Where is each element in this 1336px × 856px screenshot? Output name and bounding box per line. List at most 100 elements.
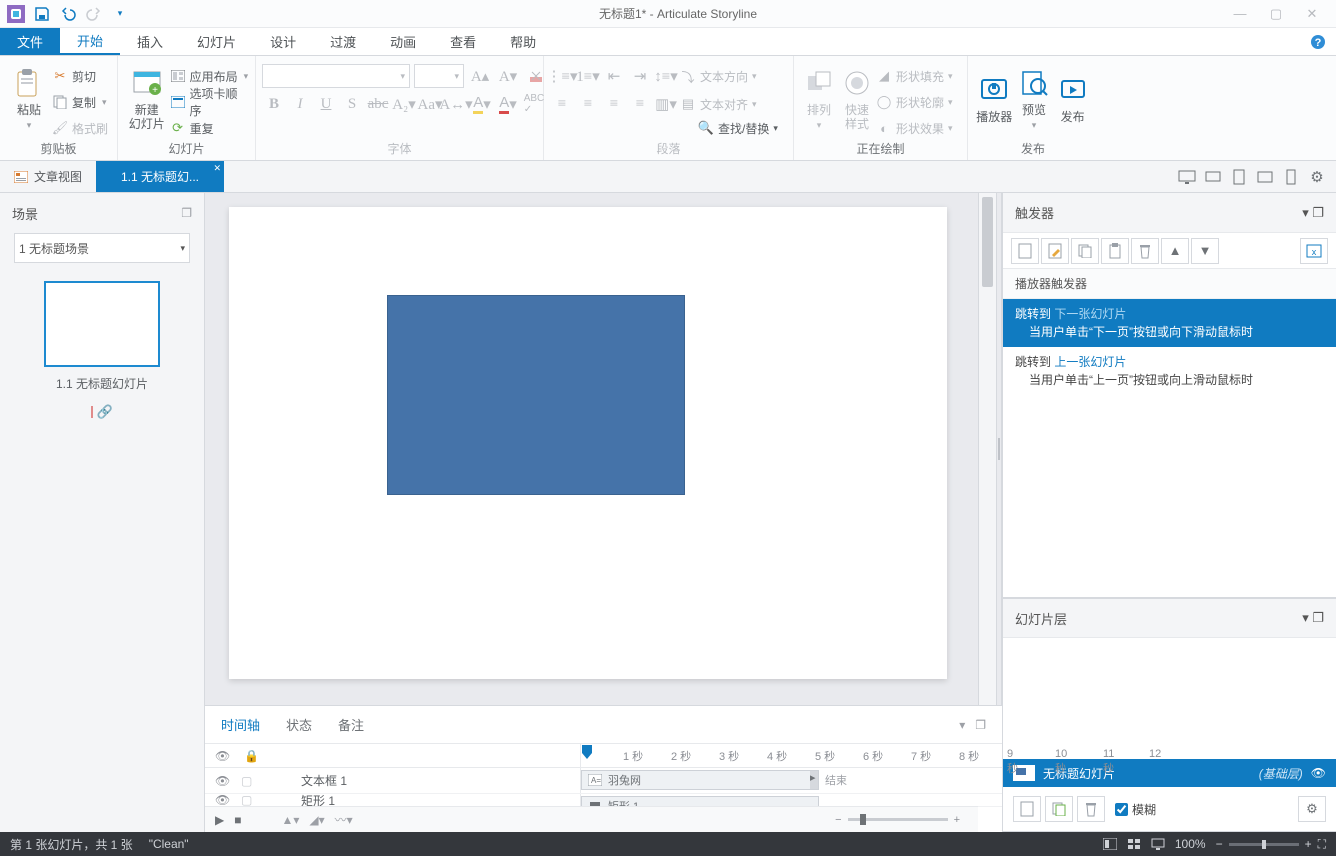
text-direction-button[interactable]: ⤵文本方向▾: [680, 64, 774, 88]
keyframe-tool-icon[interactable]: ▲▾: [281, 813, 299, 827]
device-laptop-icon[interactable]: [1202, 166, 1224, 188]
help-icon[interactable]: ?: [1310, 28, 1326, 55]
align-left-button[interactable]: ≡: [550, 92, 574, 116]
tl-zoom-slider[interactable]: [848, 818, 948, 821]
trigger-edit-button[interactable]: [1041, 238, 1069, 264]
lock-header-icon[interactable]: 🔒: [244, 749, 259, 763]
timeline-restore-icon[interactable]: ❐: [975, 718, 986, 732]
font-size-combo[interactable]: ▾: [414, 64, 464, 88]
font-color-button[interactable]: A▾: [496, 92, 520, 116]
device-phone-icon[interactable]: [1280, 166, 1302, 188]
underline-button[interactable]: U: [314, 92, 338, 116]
layer-dup-button[interactable]: [1045, 796, 1073, 822]
highlight-button[interactable]: A▾: [470, 92, 494, 116]
playhead-icon[interactable]: [581, 744, 593, 766]
qat-undo-icon[interactable]: [56, 2, 80, 26]
numbering-button[interactable]: 1≡▾: [576, 64, 600, 88]
triggers-menu-icon[interactable]: ▾: [1302, 205, 1309, 220]
view-normal-icon[interactable]: [1103, 838, 1117, 850]
maximize-icon[interactable]: ▢: [1260, 6, 1292, 22]
timeline-ruler[interactable]: 1 秒 2 秒 3 秒 4 秒 5 秒 6 秒 7 秒 8 秒 9 秒 10 秒…: [581, 744, 1002, 767]
decrease-font-button[interactable]: A▾: [496, 64, 520, 88]
qat-redo-icon[interactable]: [82, 2, 106, 26]
vertical-scrollbar[interactable]: [978, 193, 996, 705]
qat-save-icon[interactable]: [30, 2, 54, 26]
zoom-fit-icon[interactable]: ⛶: [1318, 837, 1326, 852]
device-tablet-landscape-icon[interactable]: [1254, 166, 1276, 188]
trigger-down-button[interactable]: ▼: [1191, 238, 1219, 264]
layer-visible-icon[interactable]: 👁: [1311, 766, 1326, 780]
new-slide-button[interactable]: + 新建 幻灯片: [124, 60, 170, 138]
layers-menu-icon[interactable]: ▾: [1302, 610, 1309, 625]
indent-button[interactable]: ⇥: [628, 64, 652, 88]
eye-icon[interactable]: 👁: [215, 774, 231, 788]
zoom-in-icon[interactable]: +: [1305, 837, 1312, 851]
tab-view[interactable]: 查看: [433, 28, 493, 55]
char-spacing-button[interactable]: A↔▾: [444, 92, 468, 116]
cut-button[interactable]: ✂剪切: [52, 64, 108, 88]
layer-settings-button[interactable]: ⚙: [1298, 796, 1326, 822]
shadow-button[interactable]: S: [340, 92, 364, 116]
tab-file[interactable]: 文件: [0, 28, 60, 55]
trigger-vars-button[interactable]: x: [1300, 238, 1328, 264]
keyframe-tool2-icon[interactable]: ◢▾: [309, 813, 324, 827]
panel-restore-icon[interactable]: ❐: [181, 206, 192, 220]
italic-button[interactable]: I: [288, 92, 312, 116]
doc-tab-slide[interactable]: 1.1 无标题幻...✕: [96, 161, 224, 192]
layers-restore-icon[interactable]: ❐: [1312, 610, 1324, 625]
tab-order-button[interactable]: 选项卡顺序: [170, 90, 249, 114]
shape-outline-button[interactable]: ◯形状轮廓▾: [876, 90, 953, 114]
bullets-button[interactable]: ⋮≡▾: [550, 64, 574, 88]
trigger-item[interactable]: 跳转到 下一张幻灯片 当用户单击“下一页”按钮或向下滑动鼠标时: [1003, 299, 1336, 347]
triggers-restore-icon[interactable]: ❐: [1312, 205, 1324, 220]
shape-effects-button[interactable]: ◐形状效果▾: [876, 116, 953, 140]
doc-tab-article[interactable]: 文章视图: [0, 161, 96, 192]
trigger-new-button[interactable]: [1011, 238, 1039, 264]
shape-fill-button[interactable]: ◢形状填充▾: [876, 64, 953, 88]
tl-zoom-in-icon[interactable]: +: [954, 814, 960, 826]
player-button[interactable]: 播放器: [974, 60, 1015, 138]
device-tablet-portrait-icon[interactable]: [1228, 166, 1250, 188]
columns-button[interactable]: ▥▾: [654, 92, 678, 116]
zoom-out-icon[interactable]: −: [1216, 837, 1223, 851]
tab-home[interactable]: 开始: [60, 28, 120, 55]
justify-button[interactable]: ≡: [628, 92, 652, 116]
settings-gear-icon[interactable]: ⚙: [1306, 166, 1328, 188]
base-layer-row[interactable]: 无标题幻灯片 (基础层) 👁: [1003, 759, 1336, 787]
qat-more-icon[interactable]: ▾: [108, 2, 132, 26]
visibility-header-icon[interactable]: 👁: [215, 749, 230, 763]
panel-splitter[interactable]: [996, 193, 1002, 705]
font-family-combo[interactable]: ▾: [262, 64, 410, 88]
slide-surface[interactable]: [229, 207, 947, 679]
rectangle-shape[interactable]: [387, 295, 685, 495]
spellcheck-icon[interactable]: ABC✓: [522, 92, 546, 116]
slide-thumbnail[interactable]: [44, 281, 160, 367]
quick-styles-button[interactable]: 快速 样式: [838, 60, 876, 138]
tab-help[interactable]: 帮助: [493, 28, 553, 55]
paste-button[interactable]: 粘贴▾: [6, 60, 52, 138]
publish-button[interactable]: 发布: [1053, 60, 1092, 138]
clip-handle[interactable]: ▸: [810, 771, 818, 789]
outdent-button[interactable]: ⇤: [602, 64, 626, 88]
layer-delete-button[interactable]: [1077, 796, 1105, 822]
play-button[interactable]: ▶: [215, 813, 224, 827]
timeline-clip[interactable]: A=羽兔网▸: [581, 770, 819, 790]
blur-checkbox[interactable]: 模糊: [1115, 801, 1156, 818]
align-right-button[interactable]: ≡: [602, 92, 626, 116]
timeline-menu-icon[interactable]: ▾: [959, 718, 965, 732]
align-center-button[interactable]: ≡: [576, 92, 600, 116]
find-replace-button[interactable]: 🔍查找/替换▾: [698, 116, 792, 140]
keyframe-tool3-icon[interactable]: 〰▾: [335, 811, 353, 828]
trigger-delete-button[interactable]: [1131, 238, 1159, 264]
line-spacing-button[interactable]: ↕≡▾: [654, 64, 678, 88]
close-icon[interactable]: ✕: [1296, 6, 1328, 22]
tab-design[interactable]: 设计: [253, 28, 313, 55]
trigger-item[interactable]: 跳转到 上一张幻灯片 当用户单击“上一页”按钮或向上滑动鼠标时: [1003, 347, 1336, 395]
tab-slides[interactable]: 幻灯片: [180, 28, 253, 55]
tab-animation[interactable]: 动画: [373, 28, 433, 55]
arrange-button[interactable]: 排列▾: [800, 60, 838, 138]
tab-insert[interactable]: 插入: [120, 28, 180, 55]
scene-select[interactable]: 1 无标题场景▾: [14, 233, 190, 263]
strike-button[interactable]: abc: [366, 92, 390, 116]
notes-tab[interactable]: 备注: [338, 715, 364, 734]
